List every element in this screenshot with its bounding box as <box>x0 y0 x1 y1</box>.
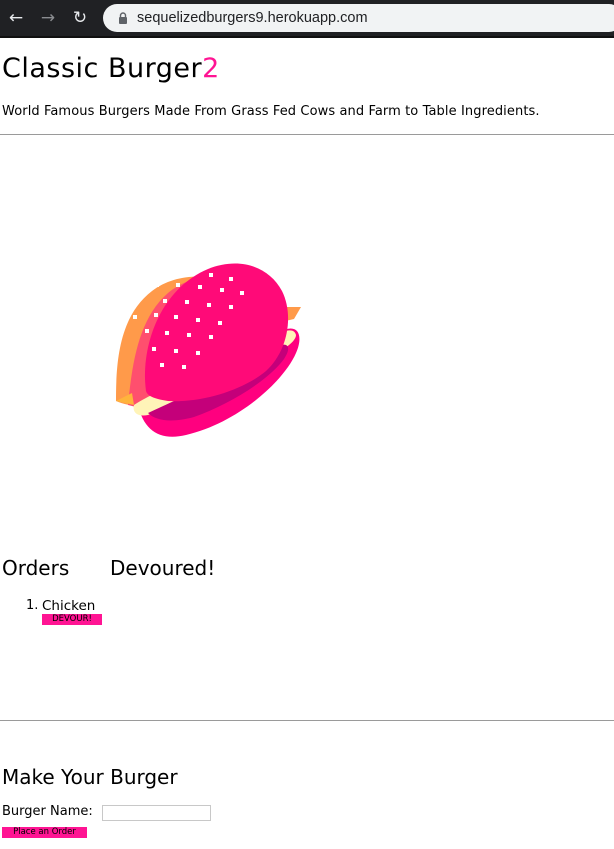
order-number: 1. <box>26 598 39 613</box>
top-divider <box>0 134 614 135</box>
make-burger-heading: Make Your Burger <box>2 765 178 789</box>
burger-logo-image <box>116 261 301 437</box>
burger-name-input[interactable] <box>102 805 211 821</box>
back-arrow-icon[interactable]: ← <box>5 7 27 29</box>
order-name: Chicken <box>42 598 96 614</box>
place-order-button[interactable]: Place an Order <box>2 827 87 838</box>
browser-toolbar: ← → ↻ sequelizedburgers9.herokuapp.com <box>0 0 614 36</box>
bottom-divider <box>0 720 614 721</box>
address-bar[interactable]: sequelizedburgers9.herokuapp.com <box>103 4 614 32</box>
page-title: Classic Burger2 <box>2 53 220 84</box>
page-title-text: Classic Burger <box>2 53 203 84</box>
page-title-accent: 2 <box>202 53 220 84</box>
reload-icon[interactable]: ↻ <box>69 7 91 29</box>
address-url[interactable]: sequelizedburgers9.herokuapp.com <box>137 10 368 26</box>
forward-arrow-icon[interactable]: → <box>37 7 59 29</box>
lock-icon <box>119 12 127 24</box>
toolbar-divider <box>0 36 614 38</box>
orders-heading: Orders <box>2 556 70 580</box>
burger-name-label: Burger Name: <box>2 804 93 819</box>
devour-button[interactable]: DEVOUR! <box>42 614 102 625</box>
page-tagline: World Famous Burgers Made From Grass Fed… <box>2 104 540 119</box>
devoured-heading: Devoured! <box>110 556 216 580</box>
